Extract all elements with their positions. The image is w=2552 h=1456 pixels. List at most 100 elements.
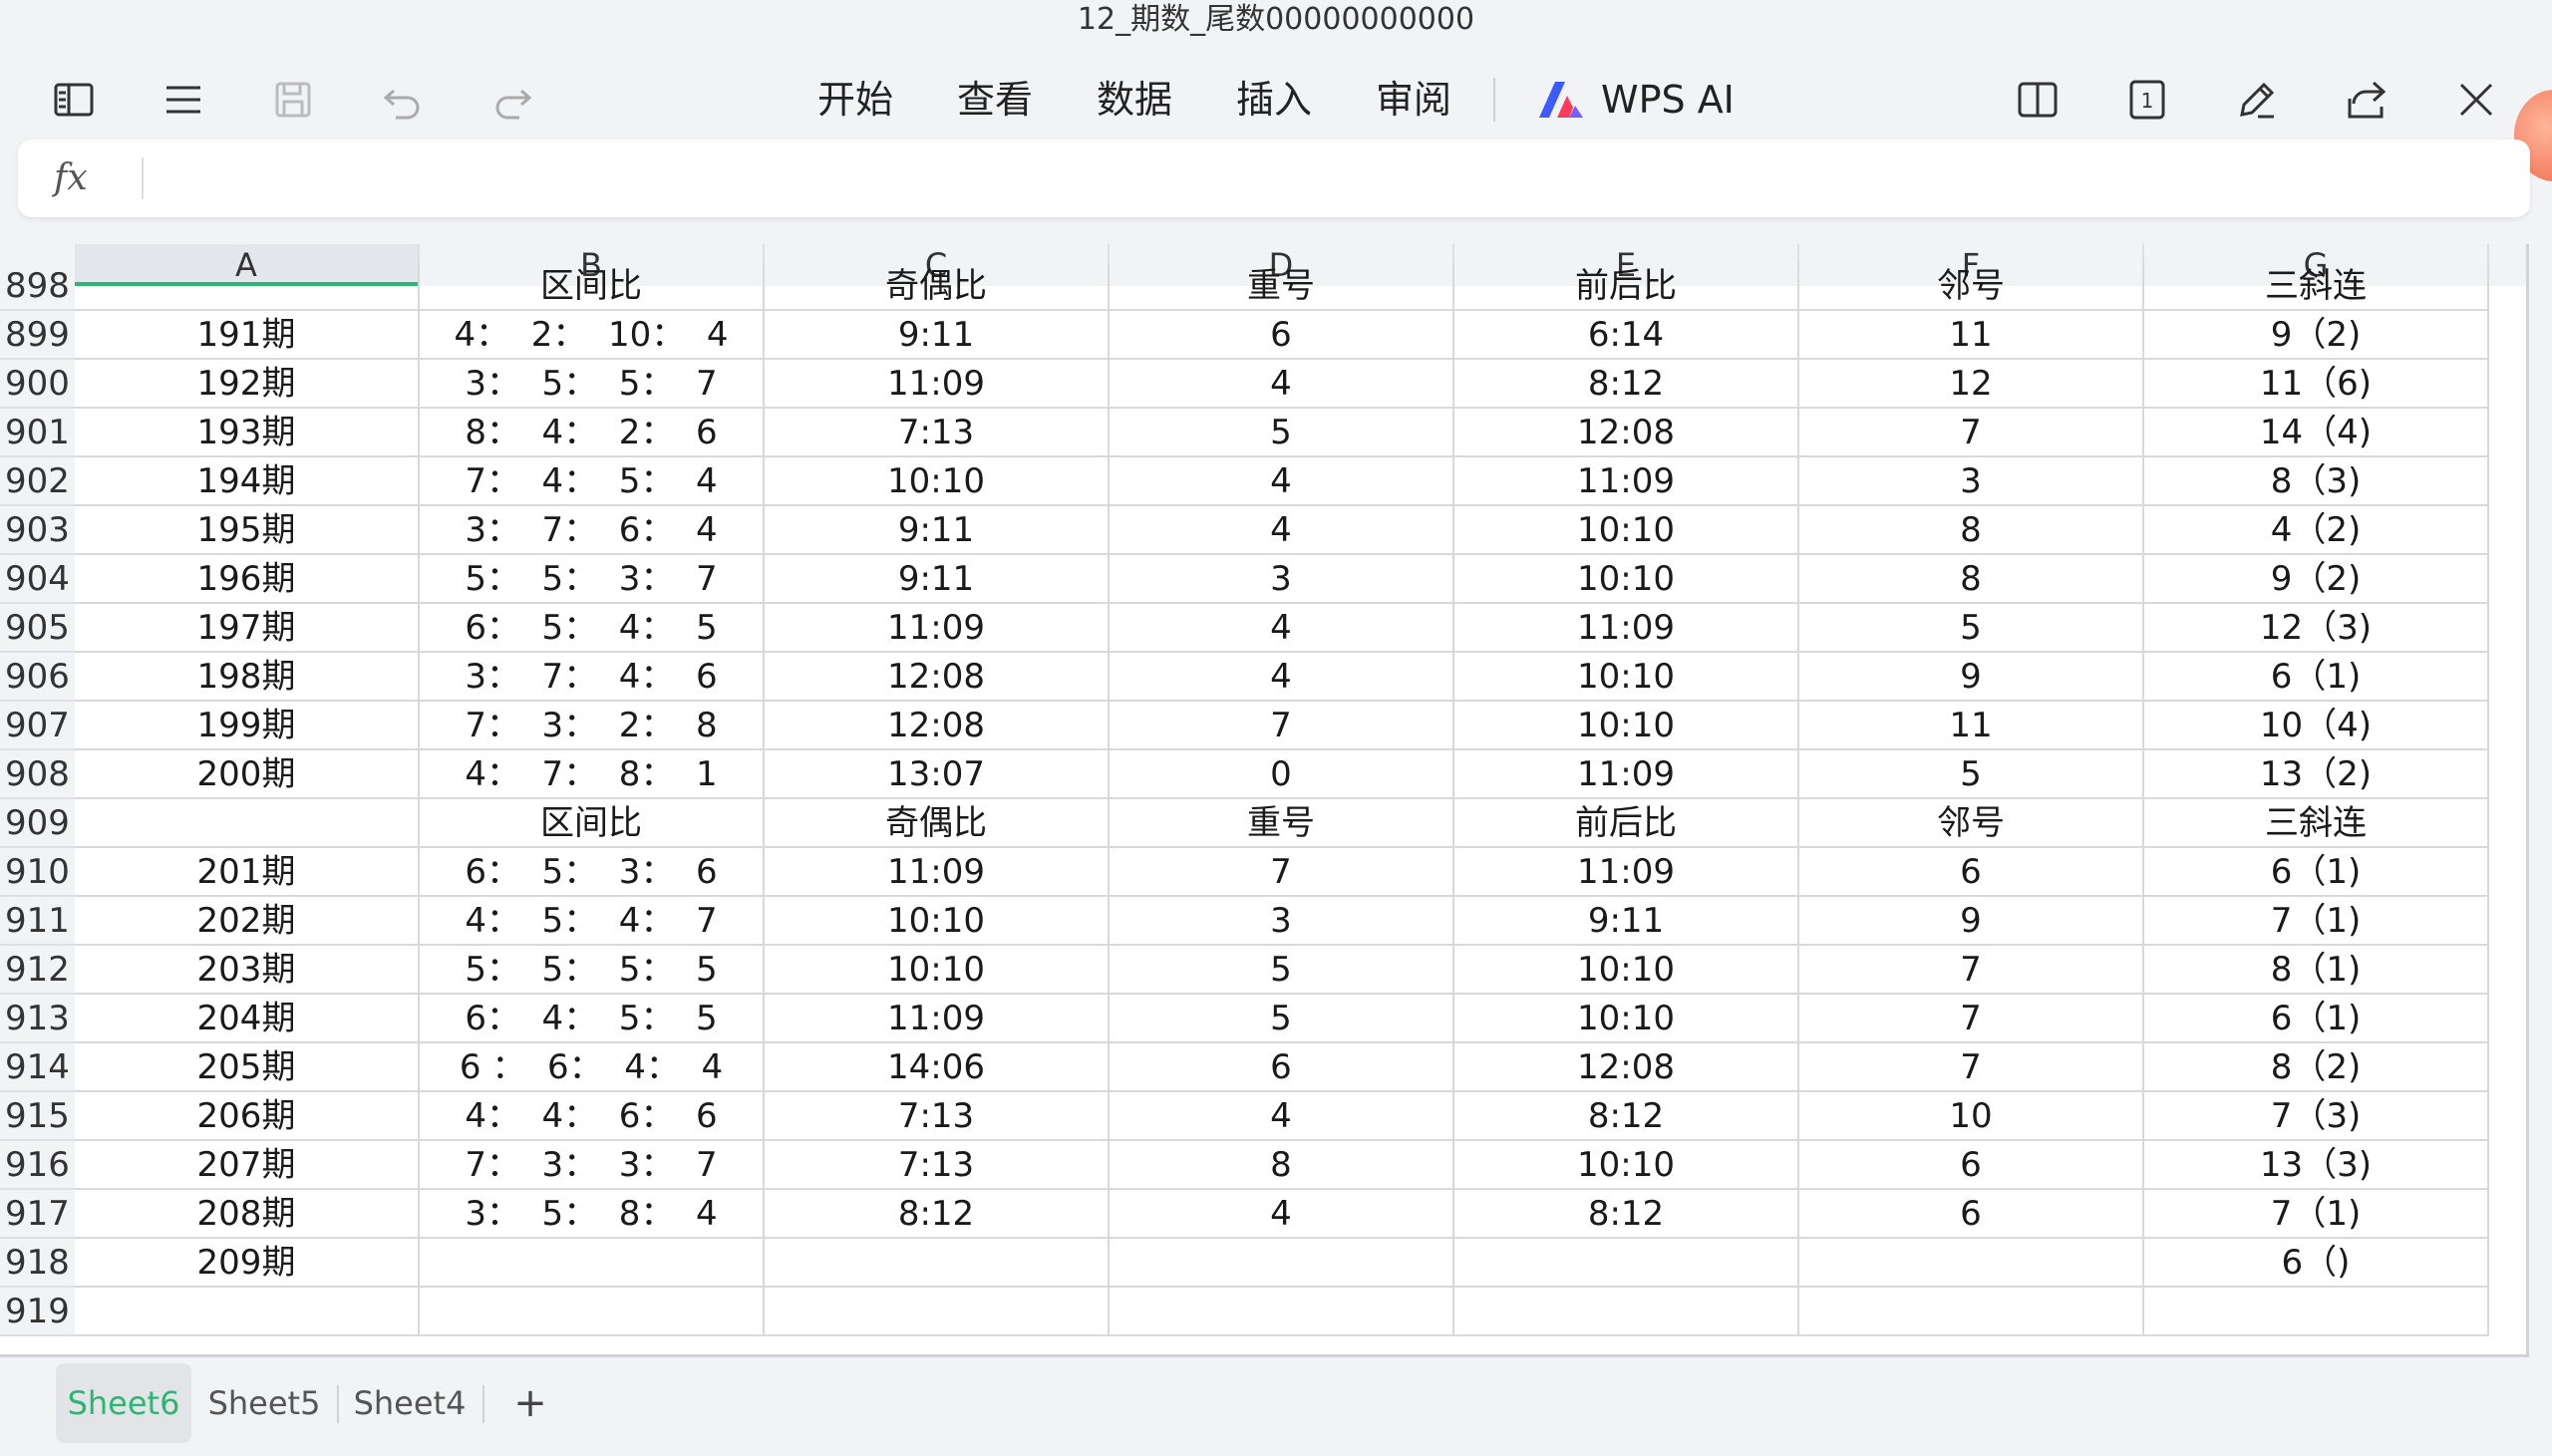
cell-c[interactable]: 8:12 <box>765 1190 1110 1239</box>
cell-g[interactable]: 13（2) <box>2144 750 2489 799</box>
cell-g[interactable]: 11（6) <box>2144 360 2489 409</box>
cell-d[interactable]: 5 <box>1110 409 1454 457</box>
cell-e[interactable]: 11:09 <box>1454 848 1799 897</box>
sidebar-toggle-icon[interactable] <box>44 70 104 130</box>
cell-g[interactable]: 13（3) <box>2144 1141 2489 1190</box>
cell-e[interactable]: 10:10 <box>1454 995 1799 1043</box>
cell-e[interactable] <box>1454 1239 1799 1288</box>
cell-d[interactable] <box>1110 1239 1454 1288</box>
cell-c[interactable]: 10:10 <box>765 457 1110 506</box>
cell-e[interactable]: 10:10 <box>1454 506 1799 555</box>
cell-a[interactable] <box>75 799 420 848</box>
cell-f[interactable]: 7 <box>1799 409 2144 457</box>
cell-e[interactable] <box>1454 1288 1799 1336</box>
cell-a[interactable]: 194期 <box>75 457 420 506</box>
cell-c[interactable]: 9:11 <box>765 555 1110 604</box>
add-sheet-button[interactable]: + <box>500 1363 560 1443</box>
menu-icon[interactable] <box>154 70 213 130</box>
cell-f[interactable]: 11 <box>1799 311 2144 360</box>
cell-d[interactable]: 4 <box>1110 653 1454 702</box>
cell-c[interactable]: 9:11 <box>765 506 1110 555</box>
cell-e[interactable]: 11:09 <box>1454 457 1799 506</box>
row-number[interactable]: 914 <box>0 1043 75 1092</box>
cell-b[interactable]: 7： 4： 5： 4 <box>420 457 765 506</box>
cell-d[interactable]: 4 <box>1110 604 1454 653</box>
cell-d[interactable]: 5 <box>1110 946 1454 995</box>
sheet-tab-sheet5[interactable]: Sheet5 <box>205 1363 323 1443</box>
cell-f[interactable]: 7 <box>1799 946 2144 995</box>
cell-e[interactable]: 10:10 <box>1454 702 1799 750</box>
cell-a[interactable]: 204期 <box>75 995 420 1043</box>
cell-c[interactable]: 11:09 <box>765 604 1110 653</box>
cell-a[interactable]: 198期 <box>75 653 420 702</box>
cell-e[interactable]: 10:10 <box>1454 946 1799 995</box>
cell-f[interactable]: 5 <box>1799 604 2144 653</box>
cell-a[interactable]: 193期 <box>75 409 420 457</box>
cell-g[interactable]: 6（1) <box>2144 995 2489 1043</box>
menu-data[interactable]: 数据 <box>1097 70 1172 130</box>
cell-a[interactable]: 205期 <box>75 1043 420 1092</box>
cell-b[interactable]: 6： 5： 4： 5 <box>420 604 765 653</box>
cell-d[interactable]: 7 <box>1110 848 1454 897</box>
menu-start[interactable]: 开始 <box>817 70 893 130</box>
cell-f[interactable]: 7 <box>1799 995 2144 1043</box>
cell-c[interactable]: 10:10 <box>765 897 1110 946</box>
cell-d[interactable]: 4 <box>1110 506 1454 555</box>
cell-g[interactable]: 9（2) <box>2144 555 2489 604</box>
cell-d[interactable]: 重号 <box>1110 799 1454 848</box>
cell-e[interactable]: 6:14 <box>1454 311 1799 360</box>
cell-g[interactable]: 6（) <box>2144 1239 2489 1288</box>
cell-b[interactable] <box>420 1288 765 1336</box>
cell-b[interactable]: 区间比 <box>420 262 765 311</box>
menu-insert[interactable]: 插入 <box>1236 70 1312 130</box>
cell-c[interactable]: 14:06 <box>765 1043 1110 1092</box>
cell-g[interactable]: 7（1) <box>2144 897 2489 946</box>
cell-b[interactable]: 4： 2： 10： 4 <box>420 311 765 360</box>
cell-g[interactable]: 10（4) <box>2144 702 2489 750</box>
cell-f[interactable]: 邻号 <box>1799 799 2144 848</box>
cell-b[interactable]: 5： 5： 5： 5 <box>420 946 765 995</box>
cell-f[interactable]: 6 <box>1799 1141 2144 1190</box>
cell-c[interactable]: 11:09 <box>765 848 1110 897</box>
row-number[interactable]: 912 <box>0 946 75 995</box>
cell-e[interactable]: 10:10 <box>1454 555 1799 604</box>
cell-c[interactable]: 奇偶比 <box>765 799 1110 848</box>
cell-f[interactable]: 5 <box>1799 750 2144 799</box>
cell-d[interactable]: 4 <box>1110 1190 1454 1239</box>
cell-c[interactable] <box>765 1239 1110 1288</box>
cell-f[interactable]: 9 <box>1799 653 2144 702</box>
cell-g[interactable]: 三斜连 <box>2144 799 2489 848</box>
cell-b[interactable]: 3： 5： 5： 7 <box>420 360 765 409</box>
edit-pen-icon[interactable] <box>2227 70 2287 130</box>
cell-g[interactable]: 12（3) <box>2144 604 2489 653</box>
row-number[interactable]: 918 <box>0 1239 75 1288</box>
cell-f[interactable]: 8 <box>1799 506 2144 555</box>
cell-f[interactable]: 12 <box>1799 360 2144 409</box>
row-number[interactable]: 911 <box>0 897 75 946</box>
cell-e[interactable]: 11:09 <box>1454 604 1799 653</box>
cell-d[interactable]: 6 <box>1110 311 1454 360</box>
cell-a[interactable]: 206期 <box>75 1092 420 1141</box>
cell-b[interactable]: 3： 7： 4： 6 <box>420 653 765 702</box>
cell-e[interactable]: 前后比 <box>1454 799 1799 848</box>
cell-d[interactable]: 0 <box>1110 750 1454 799</box>
row-number[interactable]: 903 <box>0 506 75 555</box>
cell-b[interactable]: 4： 4： 6： 6 <box>420 1092 765 1141</box>
row-number[interactable]: 901 <box>0 409 75 457</box>
save-icon[interactable] <box>263 70 323 130</box>
cell-g[interactable]: 8（2) <box>2144 1043 2489 1092</box>
cell-f[interactable]: 8 <box>1799 555 2144 604</box>
cell-e[interactable]: 8:12 <box>1454 360 1799 409</box>
cell-c[interactable]: 9:11 <box>765 311 1110 360</box>
menu-review[interactable]: 审阅 <box>1376 70 1451 130</box>
cell-b[interactable]: 6： 5： 3： 6 <box>420 848 765 897</box>
cell-a[interactable]: 195期 <box>75 506 420 555</box>
row-number[interactable]: 899 <box>0 311 75 360</box>
cell-b[interactable]: 区间比 <box>420 799 765 848</box>
cell-f[interactable] <box>1799 1288 2144 1336</box>
row-number[interactable]: 904 <box>0 555 75 604</box>
row-number[interactable]: 905 <box>0 604 75 653</box>
cell-c[interactable] <box>765 1288 1110 1336</box>
cell-e[interactable]: 12:08 <box>1454 409 1799 457</box>
cell-e[interactable]: 11:09 <box>1454 750 1799 799</box>
